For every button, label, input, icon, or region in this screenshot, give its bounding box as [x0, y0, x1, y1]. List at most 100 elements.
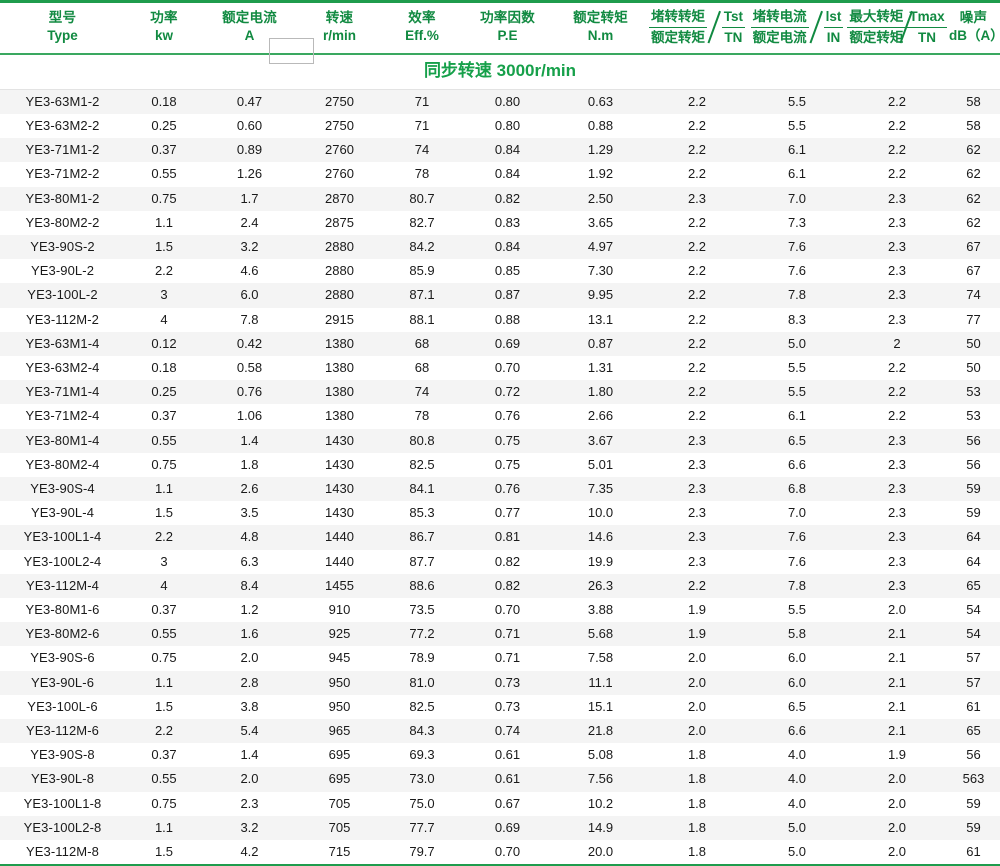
cell-noise: 67 — [947, 234, 1000, 260]
cell-power_factor: 0.88 — [461, 307, 554, 332]
cell-power_factor: 0.80 — [461, 89, 554, 114]
table-row: YE3-63M1-2 0.18 0.47 2750 71 0.80 0.63 2.2 5.5 2.… — [0, 89, 1000, 114]
cell-ist_in: 7.6 — [747, 259, 847, 284]
cell-noise: 62 — [947, 162, 1000, 187]
tmax-tn-numerator-en: Tmax — [907, 8, 947, 28]
cell-power: 1.5 — [125, 234, 203, 260]
cell-power_factor: 0.84 — [461, 162, 554, 187]
cell-tst_tn: 2.2 — [647, 283, 747, 308]
cell-noise: 59 — [947, 791, 1000, 816]
cell-rated_torque: 15.1 — [554, 694, 647, 719]
cell-ist_in: 6.0 — [747, 670, 847, 695]
cell-rated_torque: 1.29 — [554, 138, 647, 163]
cell-tmax_tn: 2.3 — [847, 283, 947, 308]
cell-tst_tn: 2.3 — [647, 428, 747, 453]
cell-tst_tn: 1.8 — [647, 815, 747, 840]
cell-current: 2.6 — [203, 476, 296, 502]
cell-tmax_tn: 2.0 — [847, 597, 947, 623]
cell-rated_torque: 0.87 — [554, 331, 647, 356]
cell-efficiency: 88.6 — [383, 573, 461, 598]
cell-tst_tn: 2.2 — [647, 138, 747, 163]
cell-noise: 61 — [947, 694, 1000, 719]
cell-tmax_tn: 2.1 — [847, 646, 947, 671]
cell-tmax_tn: 2.0 — [847, 840, 947, 866]
cell-noise: 58 — [947, 89, 1000, 114]
cell-rated_torque: 26.3 — [554, 573, 647, 598]
cell-current: 5.4 — [203, 718, 296, 744]
cell-efficiency: 84.2 — [383, 234, 461, 260]
cell-ist_in: 6.5 — [747, 428, 847, 453]
cell-type: YE3-100L2-4 — [0, 549, 125, 574]
cell-noise: 56 — [947, 452, 1000, 477]
cell-power: 1.1 — [125, 210, 203, 235]
cell-current: 1.6 — [203, 622, 296, 647]
col-header-speed-en: r/min — [322, 28, 356, 44]
cell-speed: 1430 — [296, 452, 383, 477]
cell-noise: 50 — [947, 331, 1000, 356]
table-row: YE3-112M-6 2.2 5.4 965 84.3 0.74 21.8 2.0 6.6 2.1… — [0, 718, 1000, 744]
table-row: YE3-63M1-4 0.12 0.42 1380 68 0.69 0.87 2.2 5.0 2 5… — [0, 331, 1000, 356]
cell-current: 2.4 — [203, 210, 296, 235]
cell-current: 0.76 — [203, 380, 296, 405]
ist-in-denominator-cn: 额定电流 — [752, 29, 807, 45]
cell-ist_in: 6.5 — [747, 694, 847, 719]
cell-ist_in: 6.6 — [747, 452, 847, 477]
cell-rated_torque: 19.9 — [554, 549, 647, 574]
cell-power_factor: 0.76 — [461, 476, 554, 502]
cell-power_factor: 0.70 — [461, 840, 554, 866]
cell-rated_torque: 7.58 — [554, 646, 647, 671]
table-row: YE3-80M1-4 0.55 1.4 1430 80.8 0.75 3.67 2.3 6.5 2… — [0, 428, 1000, 453]
col-header-power: 功率 kw — [125, 0, 203, 55]
cell-ist_in: 8.3 — [747, 307, 847, 332]
cell-ist_in: 5.5 — [747, 89, 847, 114]
cell-noise: 54 — [947, 597, 1000, 623]
cell-noise: 53 — [947, 380, 1000, 405]
cell-power: 0.12 — [125, 331, 203, 356]
cell-speed: 1455 — [296, 573, 383, 598]
table-row: YE3-71M2-2 0.55 1.26 2760 78 0.84 1.92 2.2 6.1 2.… — [0, 162, 1000, 187]
cell-power_factor: 0.77 — [461, 501, 554, 526]
cell-rated_torque: 5.01 — [554, 452, 647, 477]
tmax-tn-denominator-cn: 额定转矩 — [849, 29, 904, 45]
cell-ist_in: 7.6 — [747, 525, 847, 550]
cell-power: 2.2 — [125, 718, 203, 744]
cell-power: 0.37 — [125, 743, 203, 768]
ist-in-numerator-en: lst — [823, 8, 844, 28]
table-row: YE3-63M2-4 0.18 0.58 1380 68 0.70 1.31 2.2 5.5 2.… — [0, 355, 1000, 381]
cell-rated_torque: 2.66 — [554, 404, 647, 429]
col-header-rated-torque: 额定转矩 N.m — [554, 0, 647, 55]
cell-current: 2.8 — [203, 670, 296, 695]
cell-power: 0.25 — [125, 113, 203, 139]
cell-efficiency: 84.1 — [383, 476, 461, 502]
cell-tmax_tn: 2.2 — [847, 113, 947, 139]
cell-power_factor: 0.82 — [461, 573, 554, 598]
col-header-noise-en: dB（A） — [949, 28, 1000, 44]
cell-efficiency: 71 — [383, 113, 461, 139]
cell-power_factor: 0.80 — [461, 113, 554, 139]
table-row: YE3-100L-2 3 6.0 2880 87.1 0.87 9.95 2.2 7.8 2.3 7… — [0, 283, 1000, 308]
cell-rated_torque: 3.67 — [554, 428, 647, 453]
cell-tmax_tn: 2.3 — [847, 452, 947, 477]
cell-tst_tn: 2.0 — [647, 670, 747, 695]
cell-tst_tn: 1.8 — [647, 767, 747, 792]
cell-ist_in: 6.1 — [747, 162, 847, 187]
cell-speed: 1440 — [296, 525, 383, 550]
cell-power_factor: 0.85 — [461, 259, 554, 284]
cell-speed: 1430 — [296, 476, 383, 502]
cell-noise: 62 — [947, 138, 1000, 163]
cell-power: 3 — [125, 549, 203, 574]
cell-noise: 77 — [947, 307, 1000, 332]
cell-tmax_tn: 2.1 — [847, 694, 947, 719]
table-row: YE3-80M2-6 0.55 1.6 925 77.2 0.71 5.68 1.9 5.8 2.… — [0, 622, 1000, 647]
cell-power_factor: 0.69 — [461, 331, 554, 356]
cell-power_factor: 0.73 — [461, 670, 554, 695]
col-header-power-en: kw — [154, 28, 173, 44]
motor-spec-table: 型号 Type 功率 kw 额定电流 A 转速 r/min 效率 Eff.% 功… — [0, 0, 1000, 866]
cell-power_factor: 0.84 — [461, 138, 554, 163]
cell-ist_in: 6.8 — [747, 476, 847, 502]
cell-tst_tn: 2.2 — [647, 331, 747, 356]
cell-power_factor: 0.71 — [461, 622, 554, 647]
cell-efficiency: 71 — [383, 89, 461, 114]
col-header-power-factor: 功率因数 P.E — [461, 0, 554, 55]
cell-power: 0.37 — [125, 597, 203, 623]
